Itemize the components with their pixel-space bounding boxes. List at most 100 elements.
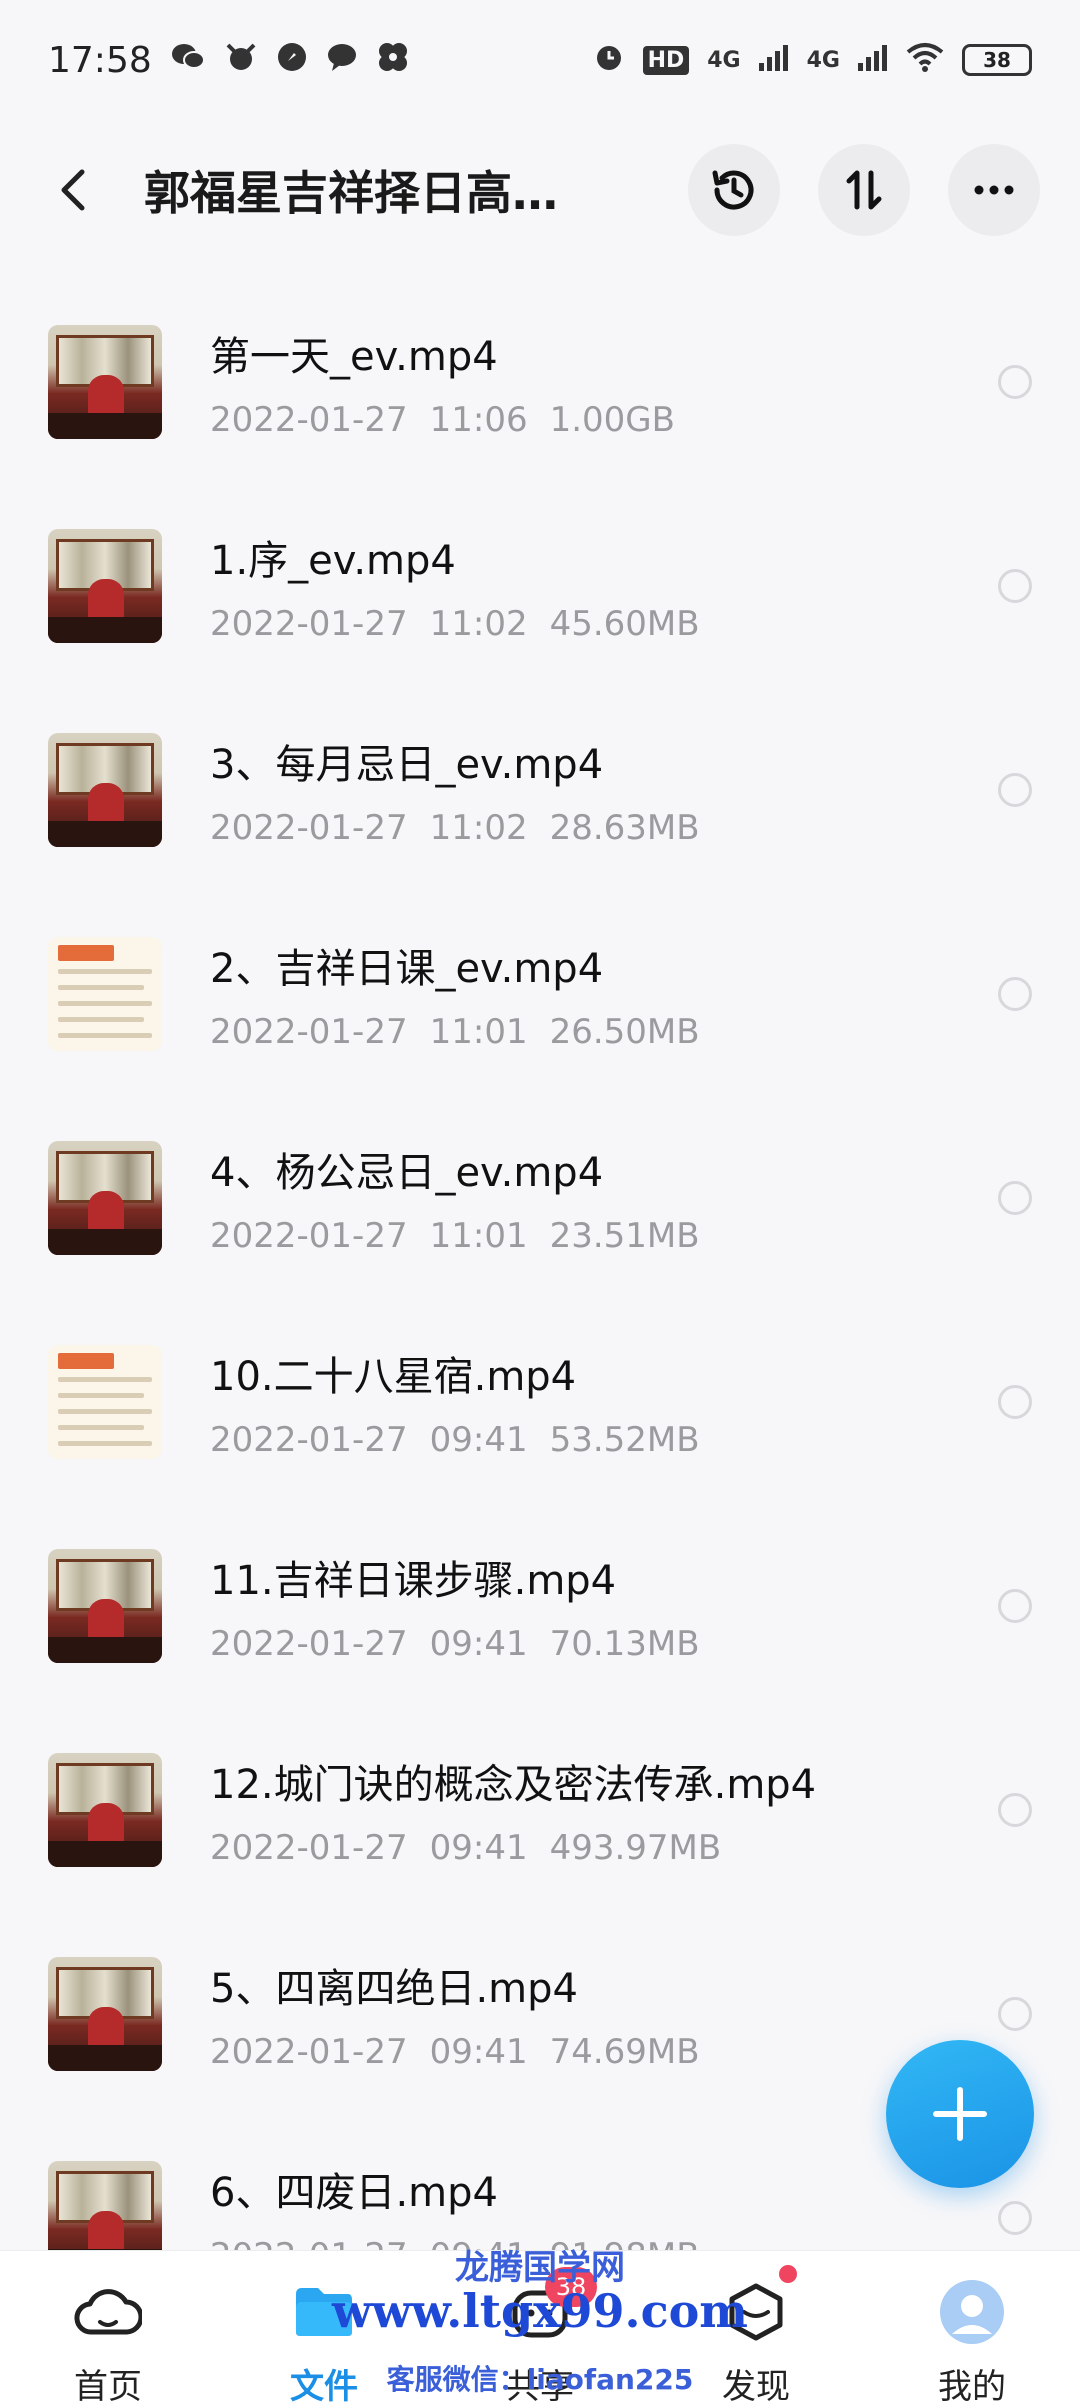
network-indicator-1: 4G [707, 47, 741, 73]
discover-icon [721, 2265, 797, 2347]
select-checkbox[interactable] [998, 569, 1032, 603]
video-thumbnail [48, 529, 162, 643]
header: 郭福星吉祥择日高… [0, 120, 1080, 260]
file-name: 11.吉祥日课步骤.mp4 [210, 1558, 617, 1604]
thumbnail-desk [48, 821, 162, 847]
message-app-icon [326, 41, 358, 79]
file-meta: 2022-01-27 11:02 45.60MB [210, 604, 1080, 644]
nav-home[interactable]: 首页 [18, 2277, 198, 2408]
file-info: 3、每月忌日_ev.mp4 2022-01-27 11:02 28.63MB [210, 732, 1080, 848]
file-meta: 2022-01-27 11:01 26.50MB [210, 1012, 1080, 1052]
nav-mine[interactable]: 我的 [882, 2277, 1062, 2408]
sort-button[interactable] [818, 144, 910, 236]
video-thumbnail [48, 1141, 162, 1255]
file-meta: 2022-01-27 11:06 1.00GB [210, 400, 1080, 440]
avatar [937, 2277, 1007, 2347]
compass-app-icon [276, 41, 308, 79]
history-button[interactable] [688, 144, 780, 236]
file-date: 2022-01-27 [210, 2032, 408, 2072]
more-button[interactable] [948, 144, 1040, 236]
file-name: 10.二十八星宿.mp4 [210, 1354, 577, 1400]
thumbnail-text-line [58, 1033, 152, 1038]
hd-indicator: HD [642, 45, 690, 75]
file-time: 09:41 [429, 1828, 528, 1868]
wechat-icon [170, 41, 206, 79]
thumbnail-desk [48, 617, 162, 643]
status-time: 17:58 [48, 39, 152, 81]
pinwheel-app-icon [376, 40, 410, 80]
thumbnail-text-line [58, 1001, 152, 1006]
file-name: 5、四离四绝日.mp4 [210, 1966, 578, 2012]
file-row[interactable]: 11.吉祥日课步骤.mp4 2022-01-27 09:41 70.13MB [0, 1504, 1080, 1708]
thumbnail-desk [48, 1229, 162, 1255]
select-checkbox[interactable] [998, 1997, 1032, 2031]
nav-share[interactable]: 38 共享 [450, 2267, 630, 2408]
file-size: 493.97MB [549, 1828, 722, 1868]
plus-icon [933, 2087, 987, 2141]
thumbnail-desk [48, 413, 162, 439]
file-size: 70.13MB [549, 1624, 700, 1664]
file-meta: 2022-01-27 09:41 70.13MB [210, 1624, 1080, 1664]
thumbnail-text-line [58, 1017, 144, 1022]
history-icon [712, 170, 754, 210]
select-checkbox[interactable] [998, 977, 1032, 1011]
nav-discover[interactable]: 发现 [666, 2265, 846, 2408]
file-row[interactable]: 4、杨公忌日_ev.mp4 2022-01-27 11:01 23.51MB [0, 1096, 1080, 1300]
select-checkbox[interactable] [998, 1385, 1032, 1419]
sort-icon [846, 170, 882, 210]
thumbnail-desk [48, 1637, 162, 1663]
file-name: 3、每月忌日_ev.mp4 [210, 742, 604, 788]
file-info: 11.吉祥日课步骤.mp4 2022-01-27 09:41 70.13MB [210, 1548, 1080, 1664]
file-meta: 2022-01-27 11:02 28.63MB [210, 808, 1080, 848]
file-date: 2022-01-27 [210, 1828, 408, 1868]
thumbnail-desk [48, 2045, 162, 2071]
share-icon: 38 [505, 2267, 597, 2347]
page-title: 郭福星吉祥择日高… [144, 166, 558, 220]
folder-icon [289, 2277, 359, 2347]
file-row[interactable]: 1.序_ev.mp4 2022-01-27 11:02 45.60MB [0, 484, 1080, 688]
file-row[interactable]: 3、每月忌日_ev.mp4 2022-01-27 11:02 28.63MB [0, 688, 1080, 892]
file-info: 2、吉祥日课_ev.mp4 2022-01-27 11:01 26.50MB [210, 936, 1080, 1052]
alarm-icon [593, 41, 625, 79]
file-row[interactable]: 10.二十八星宿.mp4 2022-01-27 09:41 53.52MB [0, 1300, 1080, 1504]
select-checkbox[interactable] [998, 1793, 1032, 1827]
video-thumbnail [48, 1345, 162, 1459]
thumbnail-desk [48, 1841, 162, 1867]
select-checkbox[interactable] [998, 773, 1032, 807]
thumbnail-text-line [58, 1441, 152, 1446]
select-checkbox[interactable] [998, 1589, 1032, 1623]
nav-home-label: 首页 [74, 2367, 142, 2407]
nav-mine-label: 我的 [938, 2367, 1006, 2407]
file-size: 1.00GB [549, 400, 675, 440]
thumbnail-text-line [58, 1425, 144, 1430]
add-button[interactable] [886, 2040, 1034, 2188]
thumbnail-text-line [58, 1393, 144, 1398]
file-row[interactable]: 12.城门诀的概念及密法传承.mp4 2022-01-27 09:41 493.97M… [0, 1708, 1080, 1912]
file-date: 2022-01-27 [210, 400, 408, 440]
file-size: 53.52MB [549, 1420, 700, 1460]
select-checkbox[interactable] [998, 2201, 1032, 2235]
back-icon[interactable] [44, 160, 104, 220]
select-checkbox[interactable] [998, 1181, 1032, 1215]
nav-discover-label: 发现 [722, 2367, 790, 2407]
file-name: 第一天_ev.mp4 [210, 334, 498, 380]
thumbnail-text-line [58, 985, 144, 990]
file-time: 09:41 [429, 2032, 528, 2072]
nav-files[interactable]: 文件 [234, 2277, 414, 2408]
battery-indicator: 38 [962, 44, 1032, 76]
thumbnail-heading [58, 945, 114, 961]
file-date: 2022-01-27 [210, 808, 408, 848]
file-name: 4、杨公忌日_ev.mp4 [210, 1150, 604, 1196]
select-checkbox[interactable] [998, 365, 1032, 399]
wifi-icon [906, 42, 944, 78]
discover-dot [779, 2265, 797, 2283]
file-size: 45.60MB [549, 604, 700, 644]
file-row[interactable]: 第一天_ev.mp4 2022-01-27 11:06 1.00GB [0, 280, 1080, 484]
file-time: 09:41 [429, 1624, 528, 1664]
file-date: 2022-01-27 [210, 1624, 408, 1664]
file-meta: 2022-01-27 09:41 493.97MB [210, 1828, 1080, 1868]
file-row[interactable]: 2、吉祥日课_ev.mp4 2022-01-27 11:01 26.50MB [0, 892, 1080, 1096]
cow-app-icon [224, 41, 258, 79]
signal-icon-1 [758, 43, 789, 77]
video-thumbnail [48, 325, 162, 439]
